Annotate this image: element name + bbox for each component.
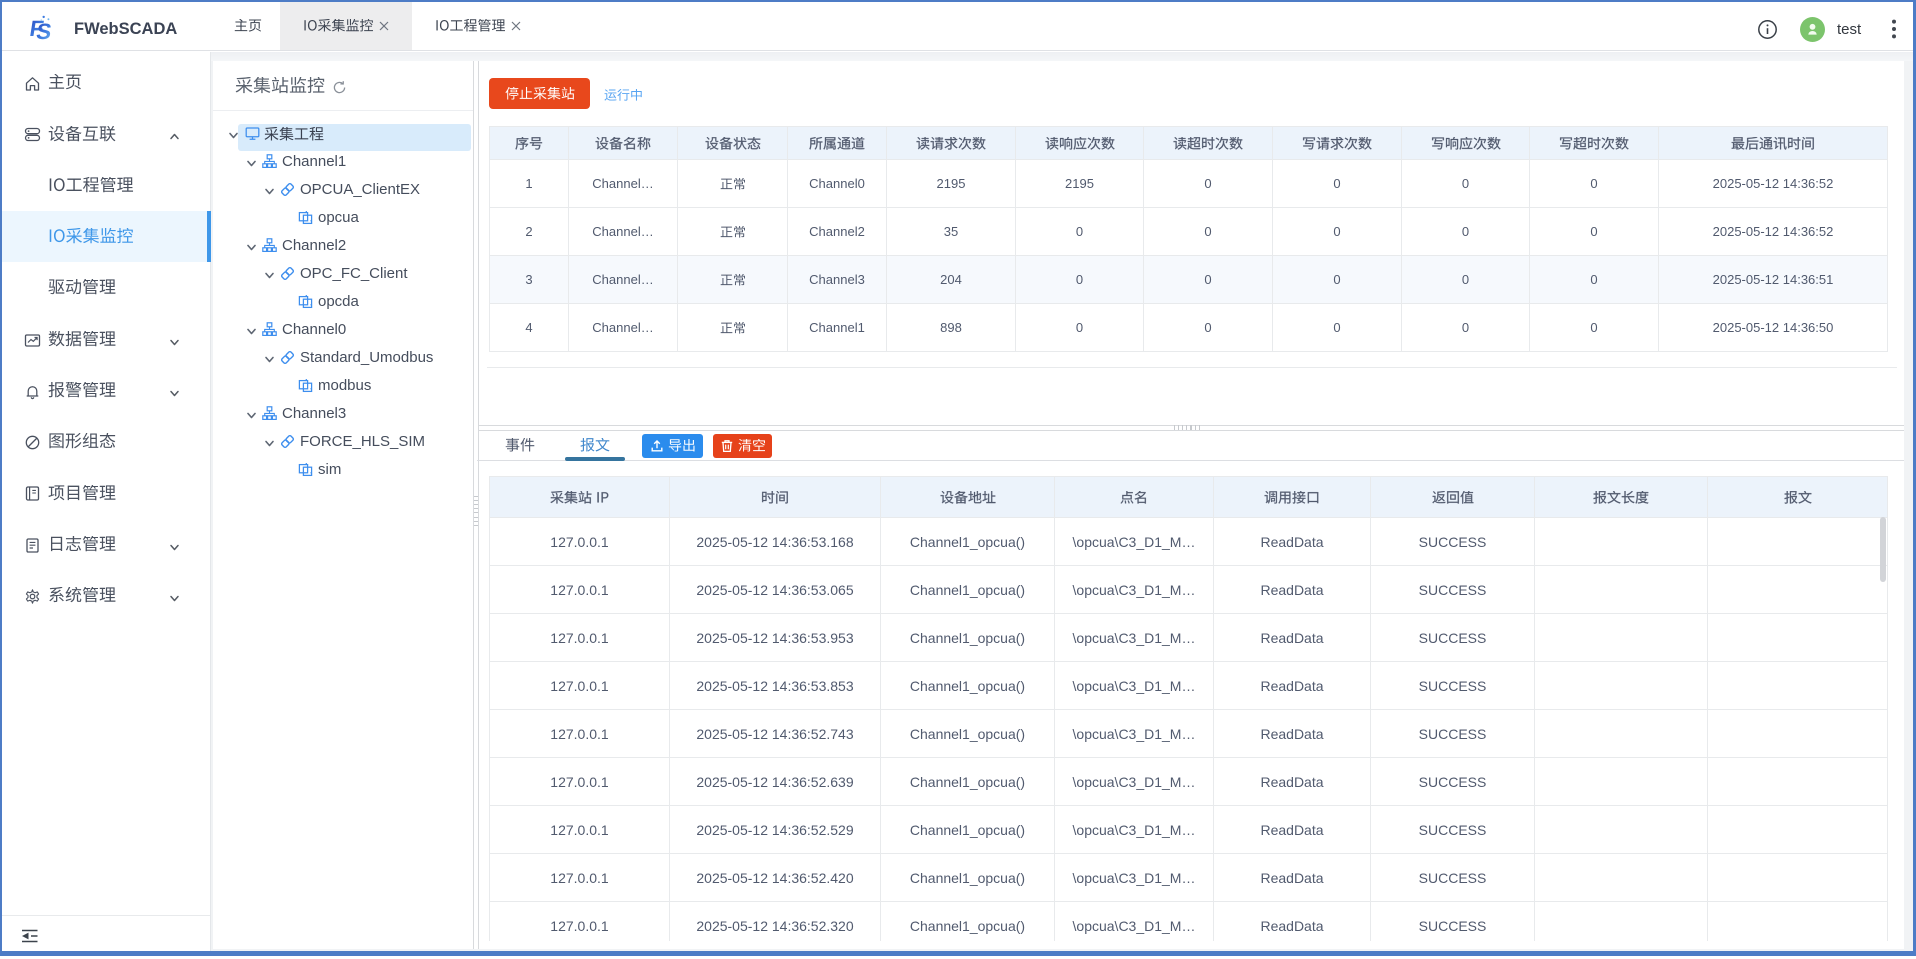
svg-text:S: S — [35, 19, 54, 44]
